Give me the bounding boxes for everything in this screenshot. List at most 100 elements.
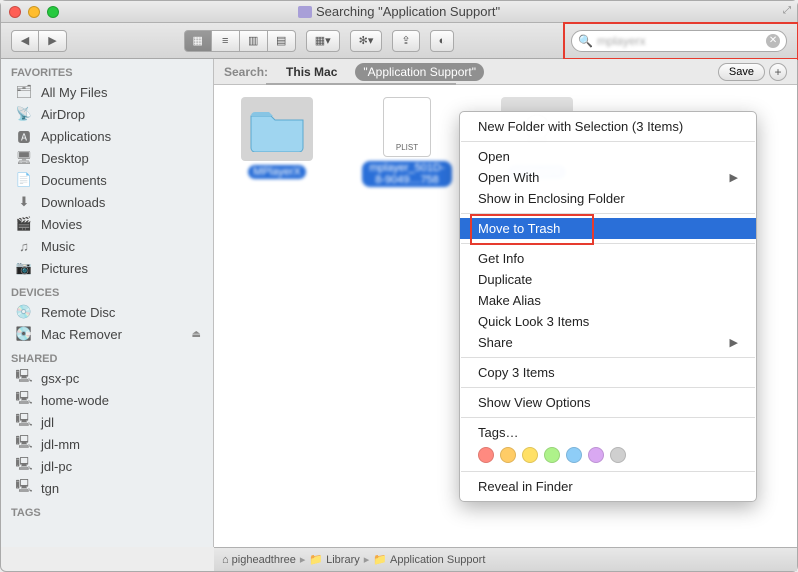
ctx-get-info[interactable]: Get Info xyxy=(460,248,756,269)
home-icon: ⌂ xyxy=(222,554,229,566)
close-icon[interactable] xyxy=(9,6,21,18)
sidebar-item-home-wode[interactable]: 🖳home-wode xyxy=(1,389,213,411)
ctx-open[interactable]: Open xyxy=(460,146,756,167)
tag-blue-icon[interactable] xyxy=(566,447,582,463)
sidebar-item-jdl-pc[interactable]: 🖳jdl-pc xyxy=(1,455,213,477)
minimize-icon[interactable] xyxy=(28,6,40,18)
window-title: Searching "Application Support" xyxy=(1,4,797,19)
tag-yellow-icon[interactable] xyxy=(522,447,538,463)
path-crumb[interactable]: ⌂pigheadthree xyxy=(222,554,296,566)
sidebar-item-pictures[interactable]: 📷Pictures xyxy=(1,257,213,279)
zoom-icon[interactable] xyxy=(47,6,59,18)
context-menu: New Folder with Selection (3 Items) Open… xyxy=(459,111,757,502)
movies-icon: 🎬 xyxy=(15,216,33,232)
folder-icon xyxy=(298,6,312,18)
result-item[interactable]: MPlayerX xyxy=(232,97,322,179)
applications-icon: 🅰 xyxy=(15,128,33,144)
action-button[interactable]: ✻▾ xyxy=(350,30,383,52)
tags-button[interactable]: ◐ xyxy=(430,30,455,52)
plist-icon xyxy=(383,97,431,157)
search-input[interactable]: 🔍 mplayerx ✕ xyxy=(571,30,787,52)
icon-view-button[interactable]: ▦ xyxy=(184,30,212,52)
ctx-share[interactable]: Share▶ xyxy=(460,332,756,353)
clear-search-icon[interactable]: ✕ xyxy=(766,34,780,48)
tag-purple-icon[interactable] xyxy=(588,447,604,463)
ctx-new-folder-selection[interactable]: New Folder with Selection (3 Items) xyxy=(460,116,756,137)
tag-orange-icon[interactable] xyxy=(500,447,516,463)
sidebar: Favorites 🗂All My Files 📡AirDrop 🅰Applic… xyxy=(1,59,214,547)
ctx-make-alias[interactable]: Make Alias xyxy=(460,290,756,311)
fullscreen-icon[interactable]: ⤢ xyxy=(783,5,791,16)
tag-red-icon[interactable] xyxy=(478,447,494,463)
ctx-move-to-trash[interactable]: Move to Trash xyxy=(460,218,756,239)
all-my-files-icon: 🗂 xyxy=(15,84,33,100)
list-view-button[interactable]: ≡ xyxy=(212,30,240,52)
pc-icon: 🖳 xyxy=(15,370,33,386)
result-filename: MPlayerX xyxy=(248,165,306,179)
toolbar: ◀ ▶ ▦ ≡ ▥ ▤ ▦▾ ✻▾ ⇪ ◐ 🔍 mplayerx ✕ xyxy=(1,23,797,59)
disk-icon: 💽 xyxy=(15,326,33,342)
search-value: mplayerx xyxy=(597,34,762,48)
ctx-tag-colors xyxy=(460,443,756,467)
pictures-icon: 📷 xyxy=(15,260,33,276)
result-filename: mplayer_501D-8-9049…758 xyxy=(362,161,452,187)
scope-this-mac[interactable]: This Mac xyxy=(278,63,345,81)
forward-button[interactable]: ▶ xyxy=(39,30,67,52)
share-button[interactable]: ⇪ xyxy=(392,30,419,52)
sidebar-item-all-my-files[interactable]: 🗂All My Files xyxy=(1,81,213,103)
ctx-show-view-options[interactable]: Show View Options xyxy=(460,392,756,413)
sidebar-item-mac-remover[interactable]: 💽Mac Remover⏏ xyxy=(1,323,213,345)
arrange-button[interactable]: ▦▾ xyxy=(306,30,340,52)
music-icon: ♫ xyxy=(15,238,33,254)
add-rule-button[interactable]: + xyxy=(769,63,787,81)
titlebar: Searching "Application Support" ⤢ xyxy=(1,1,797,23)
scope-current-folder[interactable]: "Application Support" xyxy=(355,63,484,81)
ctx-copy[interactable]: Copy 3 Items xyxy=(460,362,756,383)
path-bar: ⌂pigheadthree ▸ 📁Library ▸ 📁Application … xyxy=(214,547,797,571)
column-view-button[interactable]: ▥ xyxy=(240,30,268,52)
folder-icon: 📁 xyxy=(373,553,387,566)
result-item[interactable]: mplayer_501D-8-9049…758 xyxy=(362,97,452,187)
sidebar-item-airdrop[interactable]: 📡AirDrop xyxy=(1,103,213,125)
back-button[interactable]: ◀ xyxy=(11,30,39,52)
ctx-show-enclosing[interactable]: Show in Enclosing Folder xyxy=(460,188,756,209)
tag-gray-icon[interactable] xyxy=(610,447,626,463)
ctx-tags[interactable]: Tags… xyxy=(460,422,756,443)
pc-icon: 🖳 xyxy=(15,458,33,474)
eject-icon[interactable]: ⏏ xyxy=(192,329,201,340)
path-crumb[interactable]: 📁Library xyxy=(309,553,359,566)
sidebar-item-gsx-pc[interactable]: 🖳gsx-pc xyxy=(1,367,213,389)
desktop-icon: 🖥 xyxy=(15,150,33,166)
sidebar-heading-tags: Tags xyxy=(1,499,213,521)
pc-icon: 🖳 xyxy=(15,392,33,408)
ctx-duplicate[interactable]: Duplicate xyxy=(460,269,756,290)
airdrop-icon: 📡 xyxy=(15,106,33,122)
sidebar-item-music[interactable]: ♫Music xyxy=(1,235,213,257)
window-title-text: Searching "Application Support" xyxy=(316,4,500,19)
ctx-reveal-in-finder[interactable]: Reveal in Finder xyxy=(460,476,756,497)
pc-icon: 🖳 xyxy=(15,414,33,430)
sidebar-item-jdl[interactable]: 🖳jdl xyxy=(1,411,213,433)
sidebar-item-movies[interactable]: 🎬Movies xyxy=(1,213,213,235)
sidebar-heading-devices: Devices xyxy=(1,279,213,301)
pc-icon: 🖳 xyxy=(15,480,33,496)
sidebar-item-applications[interactable]: 🅰Applications xyxy=(1,125,213,147)
pc-icon: 🖳 xyxy=(15,436,33,452)
sidebar-item-documents[interactable]: 📄Documents xyxy=(1,169,213,191)
coverflow-view-button[interactable]: ▤ xyxy=(268,30,296,52)
sidebar-item-tgn[interactable]: 🖳tgn xyxy=(1,477,213,499)
sidebar-heading-shared: Shared xyxy=(1,345,213,367)
path-crumb[interactable]: 📁Application Support xyxy=(373,553,485,566)
folder-icon: 📁 xyxy=(309,553,323,566)
search-scope-bar: Search: This Mac "Application Support" S… xyxy=(214,59,797,85)
sidebar-item-downloads[interactable]: ⬇Downloads xyxy=(1,191,213,213)
ctx-open-with[interactable]: Open With▶ xyxy=(460,167,756,188)
sidebar-item-desktop[interactable]: 🖥Desktop xyxy=(1,147,213,169)
save-search-button[interactable]: Save xyxy=(718,63,765,81)
tag-green-icon[interactable] xyxy=(544,447,560,463)
sidebar-item-remote-disc[interactable]: 💿Remote Disc xyxy=(1,301,213,323)
view-mode-segmented: ▦ ≡ ▥ ▤ xyxy=(184,30,296,52)
ctx-quick-look[interactable]: Quick Look 3 Items xyxy=(460,311,756,332)
nav-buttons: ◀ ▶ xyxy=(11,30,67,52)
sidebar-item-jdl-mm[interactable]: 🖳jdl-mm xyxy=(1,433,213,455)
